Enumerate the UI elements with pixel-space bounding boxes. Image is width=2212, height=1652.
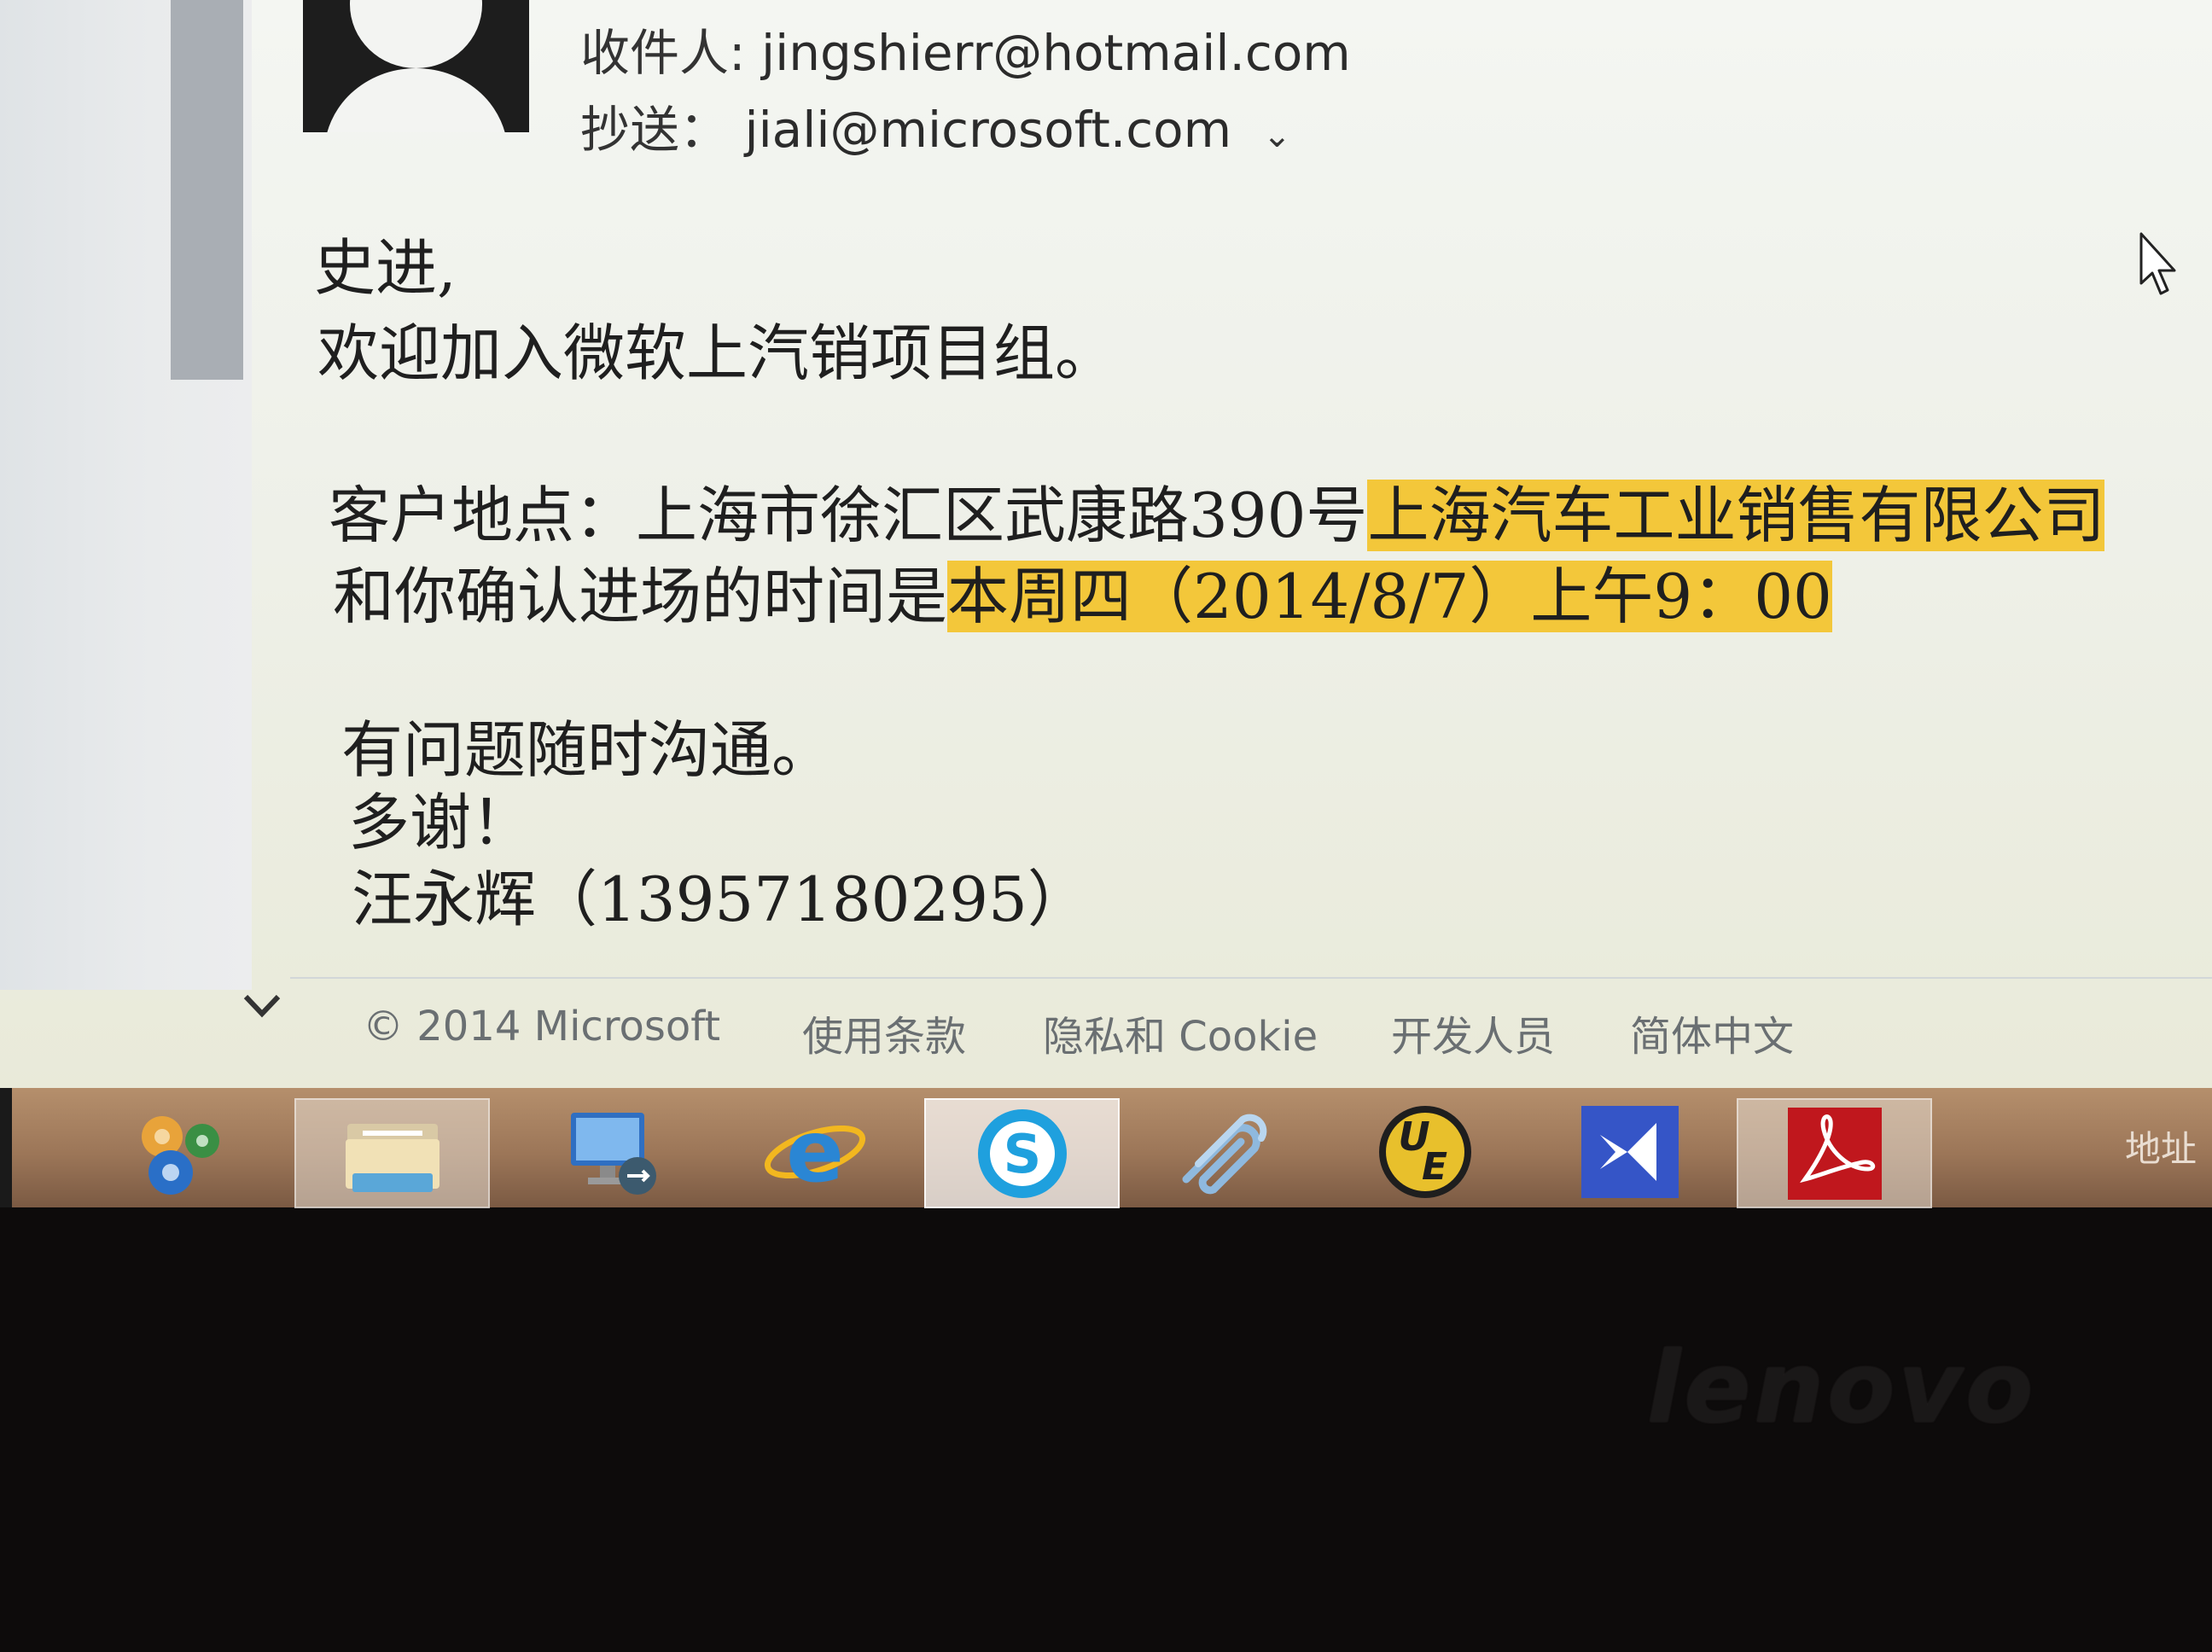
svg-text:E: E bbox=[1422, 1145, 1447, 1189]
left-pane bbox=[0, 0, 252, 990]
avatar-shoulder bbox=[324, 68, 508, 132]
chevron-down-icon[interactable] bbox=[241, 990, 283, 1024]
footer-terms-link[interactable]: 使用条款 bbox=[802, 1003, 966, 1062]
footer-privacy-link[interactable]: 隐私和 Cookie bbox=[1043, 1003, 1318, 1062]
address-line: 客户地点：上海市徐汇区武康路390号上海汽车工业销售有限公司 bbox=[329, 465, 2105, 555]
taskbar-internet-explorer[interactable]: e bbox=[730, 1098, 900, 1205]
mouse-cursor-icon bbox=[2139, 232, 2176, 295]
taskbar-settings-gears[interactable] bbox=[94, 1098, 265, 1205]
folder-icon bbox=[345, 1123, 439, 1192]
taskbar-visual-studio[interactable] bbox=[1545, 1098, 1715, 1205]
sender-avatar bbox=[303, 0, 529, 132]
cc-address[interactable]: jiali@microsoft.com bbox=[744, 101, 1231, 159]
footer-copyright: © 2014 Microsoft bbox=[363, 1003, 721, 1050]
svg-text:S: S bbox=[1003, 1123, 1041, 1185]
taskbar-adobe-reader[interactable] bbox=[1737, 1098, 1932, 1208]
time-text: 和你确认进场的时间是 bbox=[333, 561, 948, 632]
recipient-label: 收件人: bbox=[580, 24, 746, 82]
adobe-reader-icon bbox=[1787, 1108, 1882, 1200]
taskbar-file-explorer[interactable] bbox=[294, 1098, 490, 1208]
expand-recipients-icon[interactable]: ⌄ bbox=[1263, 116, 1292, 155]
svg-text:e: e bbox=[786, 1102, 844, 1201]
footer-divider bbox=[290, 977, 2212, 979]
taskbar-skype[interactable]: S bbox=[924, 1098, 1120, 1208]
taskbar-paperclip-app[interactable] bbox=[1139, 1098, 1310, 1205]
paperclip-icon bbox=[1182, 1114, 1267, 1195]
taskbar-left-edge bbox=[0, 1088, 12, 1207]
greeting: 史进, bbox=[314, 232, 457, 304]
signature-line: 汪永辉（13957180295） bbox=[352, 864, 1089, 935]
ultraedit-icon: U E bbox=[1379, 1106, 1471, 1198]
skype-icon: S bbox=[977, 1109, 1067, 1198]
time-highlight: 本周四（2014/8/7）上午9：00 bbox=[947, 561, 1832, 632]
footer-language-link[interactable]: 简体中文 bbox=[1630, 1003, 1794, 1062]
taskbar-ultraedit[interactable]: U E bbox=[1340, 1098, 1511, 1205]
left-pane-scrollbar[interactable] bbox=[171, 0, 243, 380]
remote-desktop-icon bbox=[571, 1113, 656, 1195]
time-line: 和你确认进场的时间是本周四（2014/8/7）上午9：00 bbox=[333, 546, 1832, 636]
taskbar-remote-desktop[interactable] bbox=[529, 1098, 700, 1205]
lenovo-logo: lenovo bbox=[1647, 1331, 2037, 1446]
visual-studio-icon bbox=[1581, 1106, 1679, 1198]
gears-icon bbox=[142, 1116, 219, 1195]
footer-developers-link[interactable]: 开发人员 bbox=[1391, 1003, 1555, 1062]
address-text: 客户地点：上海市徐汇区武康路390号 bbox=[329, 480, 1368, 551]
taskbar-address-label[interactable]: 地址 bbox=[2125, 1120, 2197, 1172]
cc-label: 抄送： bbox=[580, 101, 730, 159]
avatar-head bbox=[350, 0, 482, 68]
taskbar: e S U E 地址 bbox=[0, 1088, 2212, 1208]
address-highlight: 上海汽车工业销售有限公司 bbox=[1367, 480, 2105, 551]
cc-line: 抄送： jiali@microsoft.com ⌄ bbox=[580, 90, 1291, 161]
internet-explorer-icon: e bbox=[764, 1102, 866, 1201]
recipient-address[interactable]: jingshierr@hotmail.com bbox=[761, 24, 1351, 82]
welcome-line: 欢迎加入微软上汽销项目组。 bbox=[317, 317, 1117, 389]
screen: 收件人: jingshierr@hotmail.com 抄送： jiali@mi… bbox=[0, 0, 2212, 1088]
recipient-line: 收件人: jingshierr@hotmail.com bbox=[580, 13, 1351, 84]
